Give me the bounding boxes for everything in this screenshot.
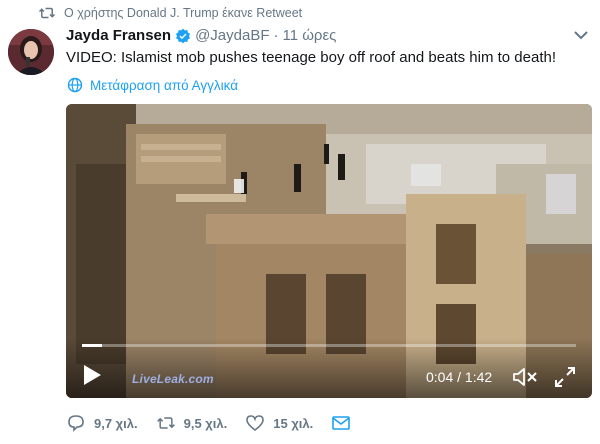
video-watermark: LiveLeak.com <box>132 372 214 386</box>
reply-button[interactable]: 9,7 χιλ. <box>66 414 138 432</box>
heart-icon <box>246 415 265 432</box>
author-handle[interactable]: @JaydaBF <box>195 27 269 44</box>
avatar[interactable] <box>8 29 54 75</box>
envelope-icon <box>332 416 351 430</box>
tweet-text: VIDEO: Islamist mob pushes teenage boy o… <box>66 49 557 66</box>
video-progress-fill <box>82 344 102 347</box>
like-count: 15 χιλ. <box>273 415 314 431</box>
retweet-icon <box>156 417 175 429</box>
retweet-count: 9,5 χιλ. <box>183 415 228 431</box>
author-name[interactable]: Jayda Fransen <box>66 27 171 44</box>
verified-badge-icon <box>176 28 191 43</box>
tweet-timestamp[interactable]: 11 ώρες <box>282 27 336 44</box>
muted-speaker-icon[interactable] <box>512 366 538 388</box>
retweet-button[interactable]: 9,5 χιλ. <box>156 414 228 432</box>
like-button[interactable]: 15 χιλ. <box>245 414 313 432</box>
separator-dot: · <box>273 27 279 44</box>
video-time-display: 0:04 / 1:42 <box>426 369 493 385</box>
video-progress-bar[interactable] <box>82 344 576 347</box>
retweet-notice-text: Ο χρήστης Donald J. Trump έκανε Retweet <box>64 6 303 20</box>
translate-label[interactable]: Μετάφραση από Αγγλικά <box>90 78 238 93</box>
play-icon[interactable] <box>82 364 102 386</box>
tweet-header: Jayda Fransen @JaydaBF · 11 ώρες <box>66 27 336 44</box>
globe-icon <box>67 77 83 93</box>
retweet-icon <box>38 7 56 19</box>
direct-message-button[interactable] <box>331 414 351 432</box>
reply-count: 9,7 χιλ. <box>94 415 138 431</box>
tweet-actions: 9,7 χιλ. 9,5 χιλ. 15 χιλ. <box>66 414 369 432</box>
fullscreen-icon[interactable] <box>554 366 576 388</box>
video-player[interactable]: LiveLeak.com 0:04 / 1:42 <box>66 104 592 398</box>
reply-icon <box>68 415 84 432</box>
chevron-down-icon[interactable] <box>574 30 588 40</box>
translate-link[interactable]: Μετάφραση από Αγγλικά <box>66 77 238 93</box>
retweet-notice: Ο χρήστης Donald J. Trump έκανε Retweet <box>38 6 302 20</box>
